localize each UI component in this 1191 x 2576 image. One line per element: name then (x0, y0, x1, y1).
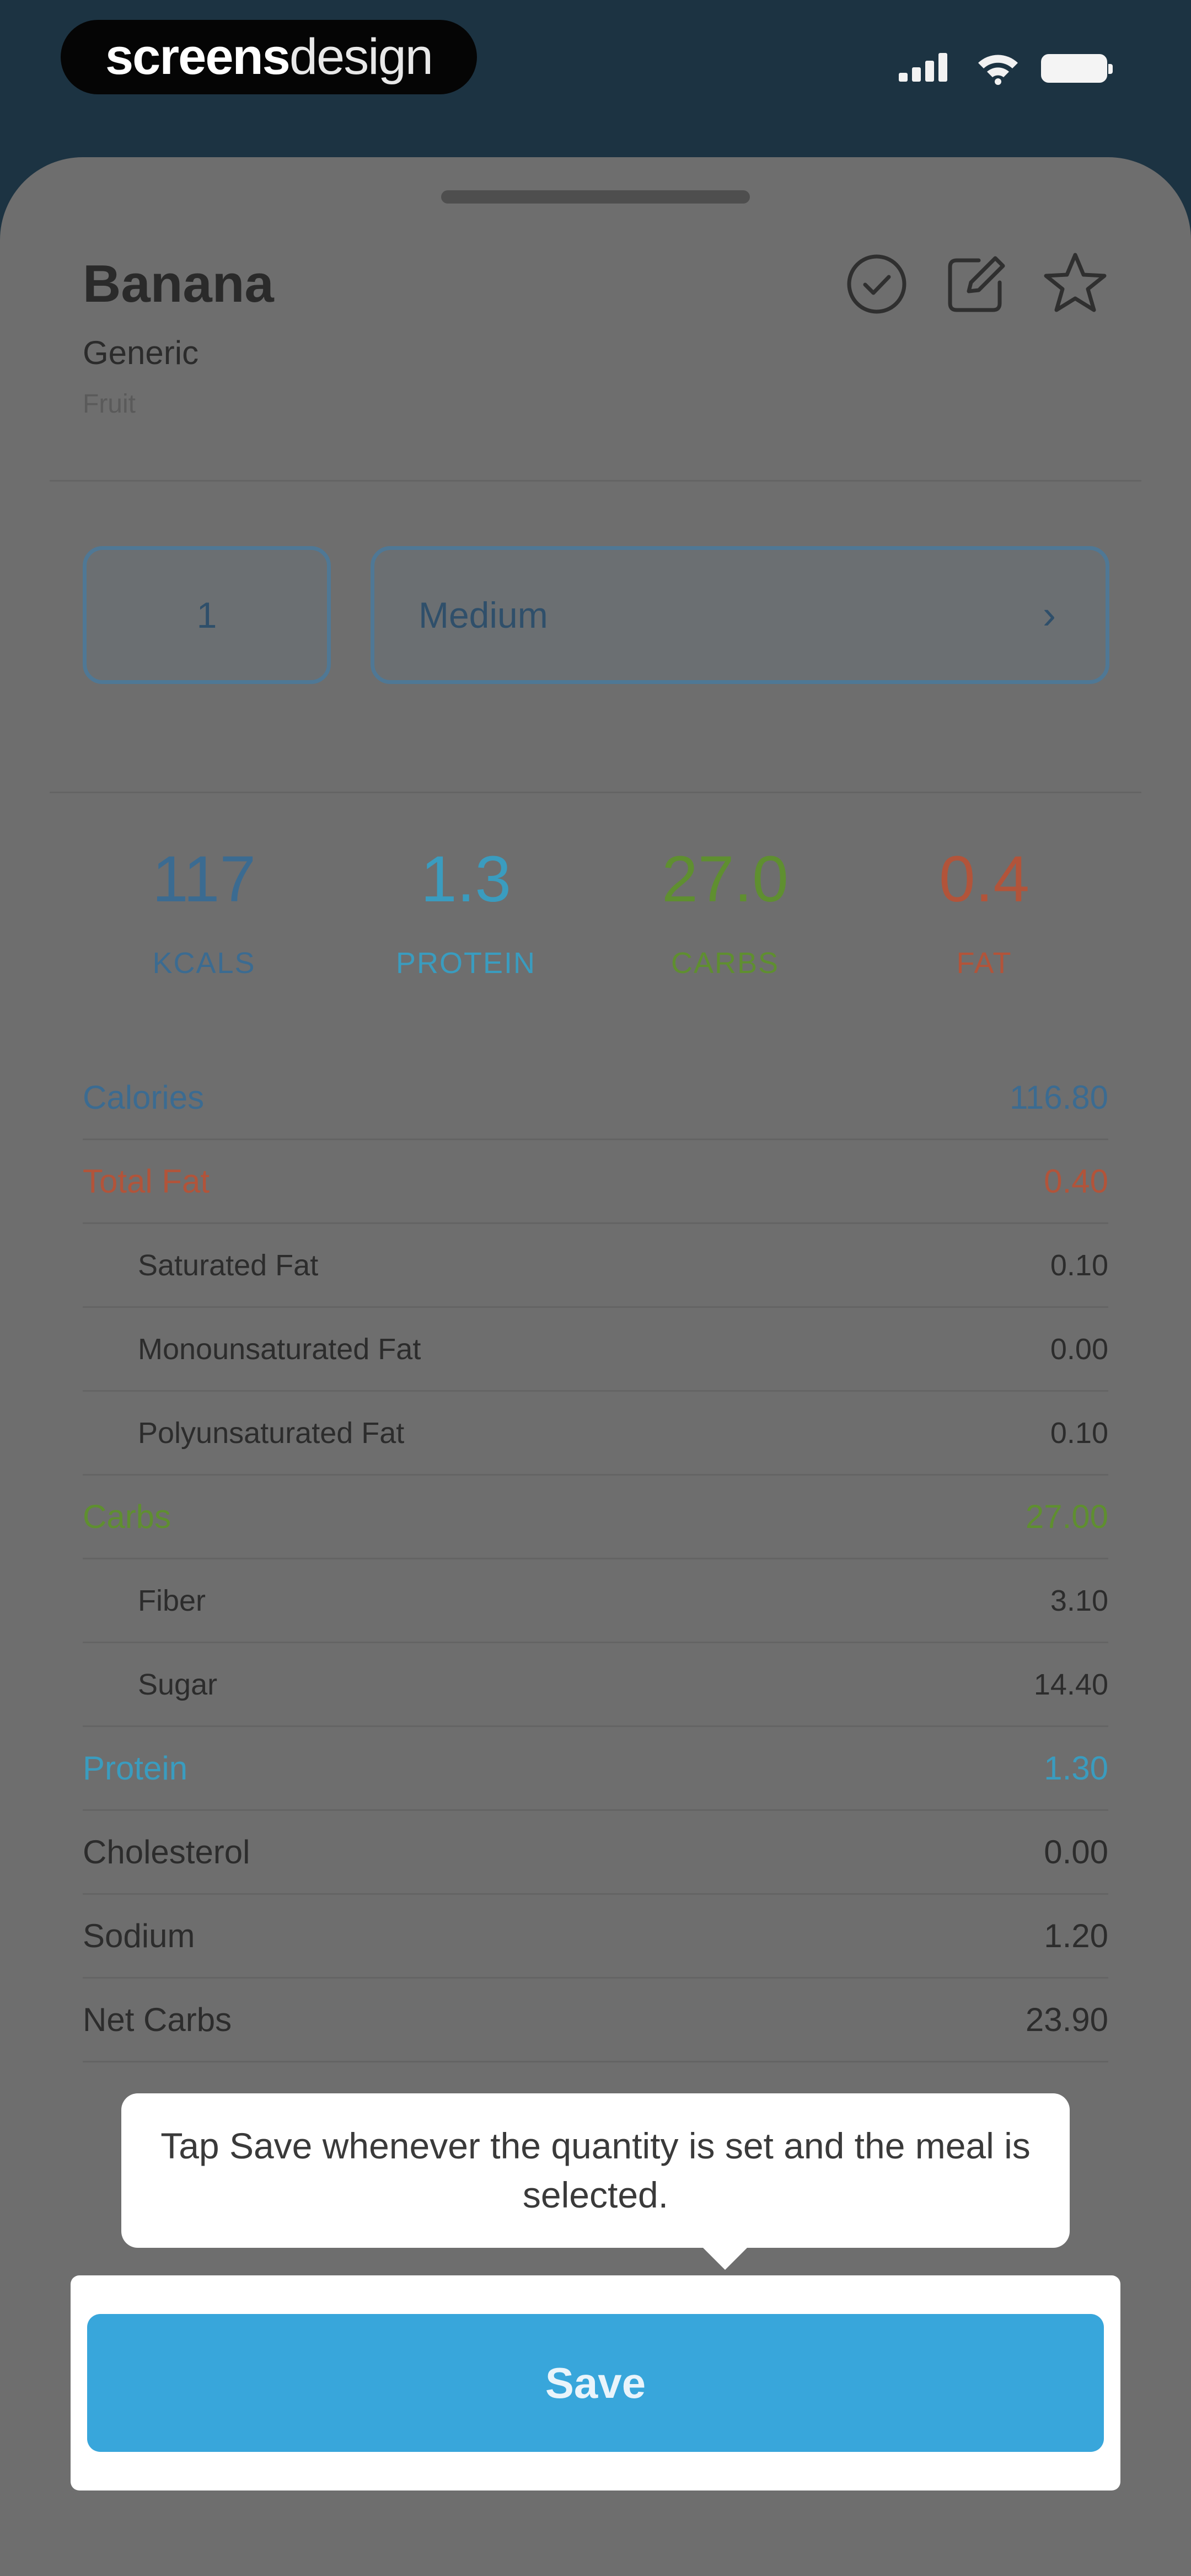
nutrient-name: Protein (83, 1750, 188, 1787)
nutrient-value: 0.10 (1050, 1248, 1108, 1282)
nutrient-value: 1.30 (1044, 1750, 1108, 1787)
logo-bold-text: screens (105, 29, 291, 85)
nutrient-row: Monounsaturated Fat 0.00 (83, 1308, 1108, 1392)
nutrient-name: Saturated Fat (138, 1248, 319, 1282)
nutrient-value: 27.00 (1025, 1498, 1108, 1535)
macro-label: FAT (956, 947, 1012, 980)
star-icon[interactable] (1039, 248, 1111, 320)
macro-value: 117 (152, 843, 256, 916)
save-button[interactable]: Save (87, 2314, 1104, 2452)
serving-size-value: Medium (419, 595, 548, 635)
macro-fat: 0.4 FAT (846, 847, 1122, 980)
nutrient-value: 1.20 (1044, 1917, 1108, 1954)
macro-value: 1.3 (420, 843, 512, 916)
nutrient-value: 23.90 (1025, 2001, 1108, 2038)
food-brand: Generic (83, 334, 199, 371)
nutrient-row: Total Fat 0.40 (83, 1140, 1108, 1224)
macro-carbs: 27.0 CARBS (587, 847, 863, 980)
macro-protein: 1.3 PROTEIN (328, 847, 604, 980)
cellular-signal-icon (899, 53, 948, 82)
food-category: Fruit (83, 389, 136, 419)
nutrient-row: Polyunsaturated Fat 0.10 (83, 1392, 1108, 1476)
macro-value: 0.4 (938, 843, 1030, 916)
nutrient-value: 0.40 (1044, 1163, 1108, 1200)
nutrient-name: Calories (83, 1079, 205, 1116)
logo-light-text: design (289, 29, 433, 85)
wifi-icon (976, 51, 1020, 85)
edit-icon[interactable] (940, 248, 1012, 320)
macro-kcals: 117 KCALS (66, 847, 342, 980)
nutrient-name: Cholesterol (83, 1834, 250, 1870)
nutrient-table: Calories 116.80 Total Fat 0.40 Saturated Fat… (83, 1056, 1108, 2062)
chevron-right-icon: › (1043, 593, 1056, 637)
nutrient-value: 116.80 (1009, 1079, 1108, 1116)
header-divider (50, 480, 1141, 482)
food-title: Banana (83, 254, 274, 313)
quantity-input[interactable]: 1 (83, 546, 331, 684)
nutrient-name: Net Carbs (83, 2001, 232, 2038)
nutrient-row: Cholesterol 0.00 (83, 1811, 1108, 1895)
screensdesign-logo: screens design (61, 20, 477, 94)
nutrient-name: Monounsaturated Fat (138, 1332, 421, 1366)
nutrient-row: Protein 1.30 (83, 1727, 1108, 1811)
check-circle-icon[interactable] (841, 248, 913, 320)
nutrient-value: 14.40 (1033, 1668, 1108, 1701)
quantity-value: 1 (196, 595, 217, 635)
nutrient-value: 3.10 (1050, 1584, 1108, 1617)
macro-label: KCALS (152, 947, 256, 980)
nutrient-row: Calories 116.80 (83, 1056, 1108, 1140)
tooltip-text: Tap Save whenever the quantity is set an… (160, 2125, 1031, 2215)
nutrient-row: Net Carbs 23.90 (83, 1979, 1108, 2062)
nutrient-name: Fiber (138, 1584, 206, 1617)
nutrient-row: Carbs 27.00 (83, 1476, 1108, 1559)
macro-label: CARBS (670, 947, 780, 980)
macro-label: PROTEIN (395, 947, 537, 980)
nutrient-value: 0.00 (1044, 1834, 1108, 1870)
macro-summary: 117 KCALS 1.3 PROTEIN 27.0 CARBS 0.4 FAT (0, 847, 1191, 1012)
nutrient-row: Fiber 3.10 (83, 1559, 1108, 1643)
sheet-grabber[interactable] (441, 190, 750, 204)
save-button-label: Save (545, 2358, 646, 2407)
nutrient-row: Saturated Fat 0.10 (83, 1224, 1108, 1308)
nutrient-name: Carbs (83, 1498, 171, 1535)
nutrient-value: 0.10 (1050, 1416, 1108, 1450)
nutrient-row: Sodium 1.20 (83, 1895, 1108, 1979)
nutrient-row: Sugar 14.40 (83, 1643, 1108, 1727)
nutrient-name: Polyunsaturated Fat (138, 1416, 405, 1450)
nutrient-value: 0.00 (1050, 1332, 1108, 1366)
serving-size-select[interactable]: Medium › (371, 546, 1109, 684)
nutrient-name: Total Fat (83, 1163, 210, 1200)
save-highlight: Save (71, 2275, 1120, 2491)
macro-value: 27.0 (662, 843, 788, 916)
serving-divider (50, 792, 1141, 793)
nutrient-name: Sodium (83, 1917, 195, 1954)
nutrient-name: Sugar (138, 1668, 218, 1701)
save-tooltip: Tap Save whenever the quantity is set an… (121, 2093, 1070, 2270)
status-bar: screens design (0, 0, 1191, 160)
battery-icon (1041, 54, 1113, 83)
